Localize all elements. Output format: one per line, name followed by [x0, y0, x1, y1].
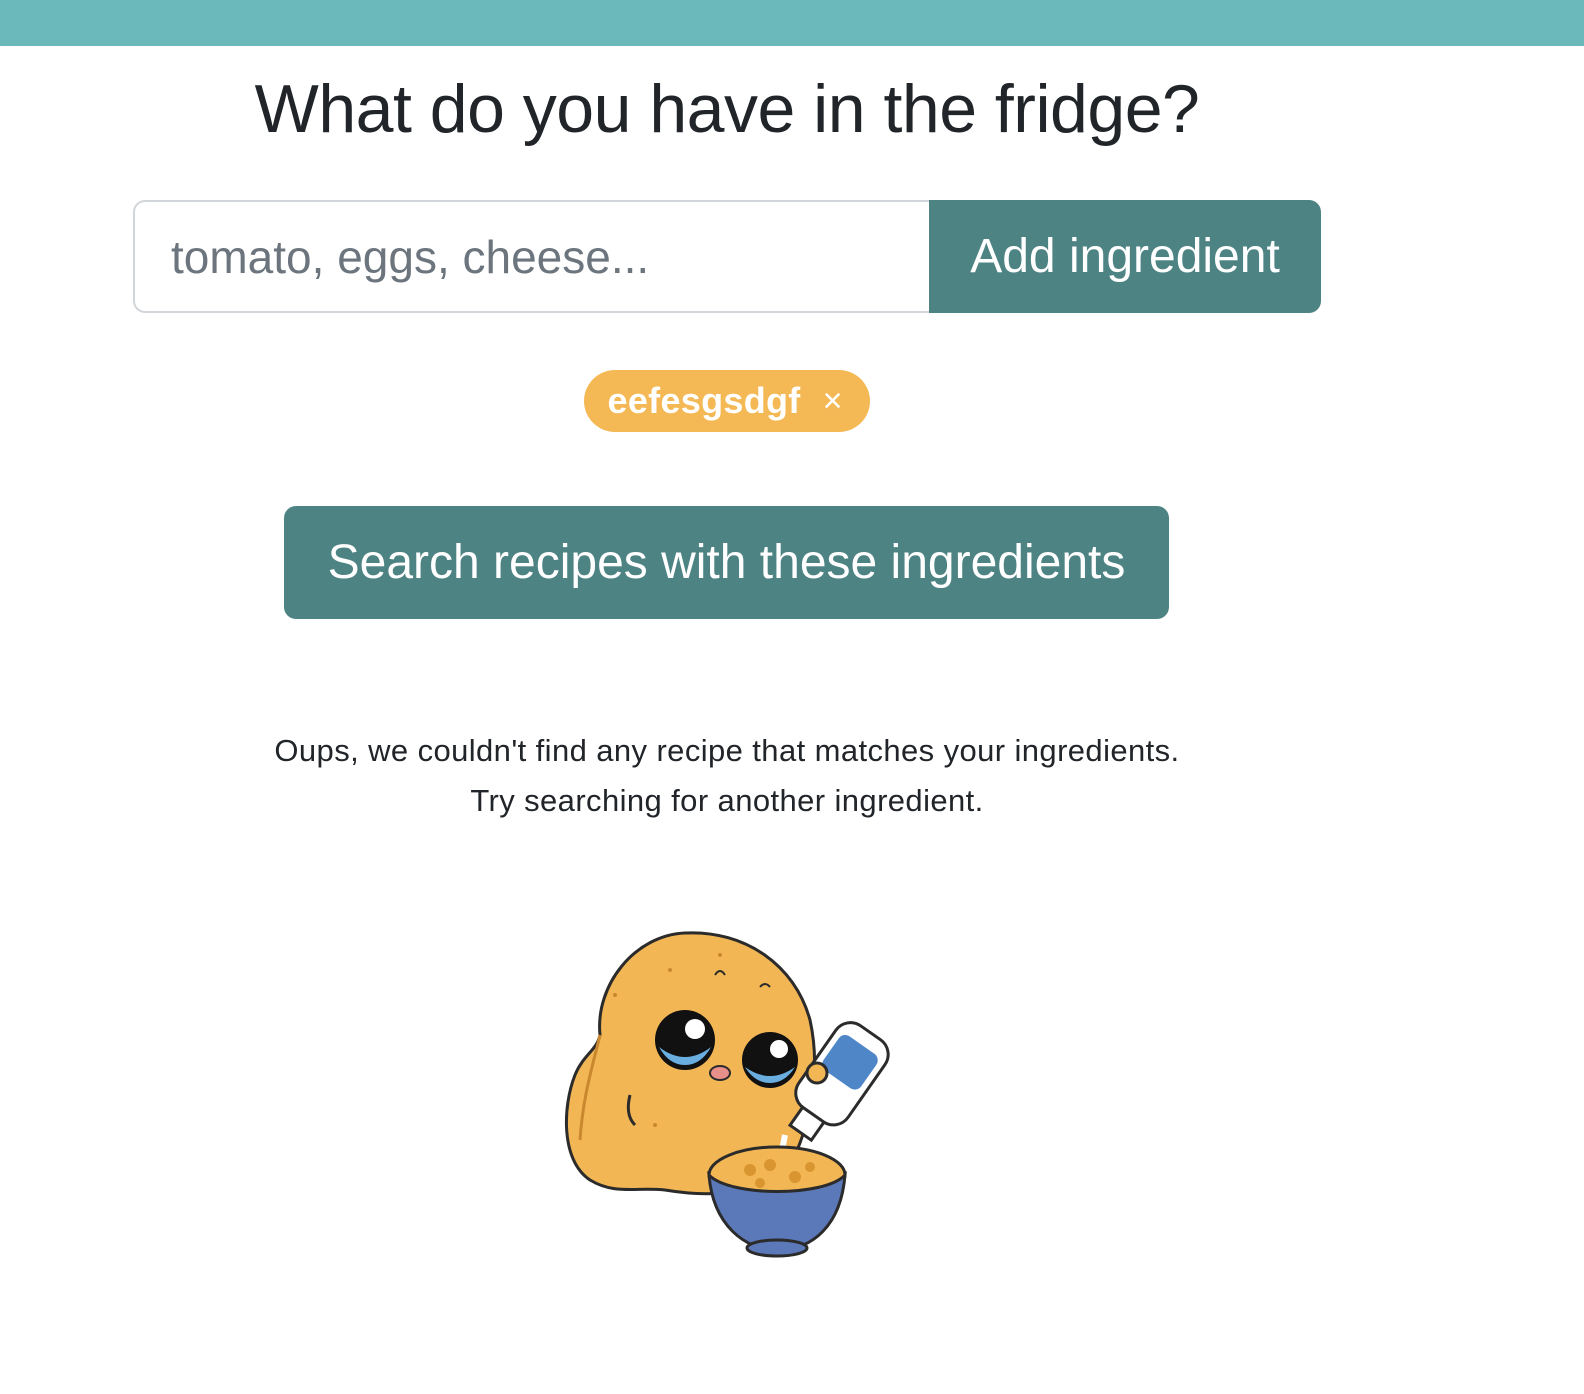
- empty-state-message: Oups, we couldn't find any recipe that m…: [0, 726, 1454, 826]
- search-recipes-button[interactable]: Search recipes with these ingredients: [284, 506, 1169, 619]
- ingredient-input[interactable]: [133, 200, 929, 313]
- close-icon[interactable]: ×: [823, 384, 843, 418]
- top-bar: [0, 0, 1584, 46]
- add-ingredient-button[interactable]: Add ingredient: [929, 200, 1321, 313]
- empty-state-line-1: Oups, we couldn't find any recipe that m…: [274, 733, 1180, 768]
- empty-state-line-2: Try searching for another ingredient.: [470, 783, 984, 818]
- ingredient-chip-label: eefesgsdgf: [607, 380, 801, 421]
- page-title: What do you have in the fridge?: [254, 71, 1200, 147]
- ingredient-chip: eefesgsdgf ×: [583, 370, 871, 432]
- ingredient-chip-list: eefesgsdgf ×: [0, 370, 1454, 432]
- sad-nugget-illustration: [564, 931, 890, 1258]
- ingredient-input-group: Add ingredient: [133, 200, 1321, 313]
